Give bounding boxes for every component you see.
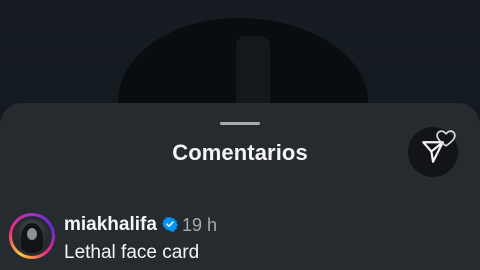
like-comment-button[interactable] — [434, 126, 458, 150]
comments-sheet: Comentarios miakhalifa 19 h Lethal face … — [0, 103, 480, 270]
comment-text: Lethal face card — [64, 242, 200, 263]
comment-timestamp: 19 h — [182, 215, 218, 235]
avatar — [15, 219, 49, 253]
verified-badge-icon — [162, 217, 178, 232]
comment-username[interactable]: miakhalifa — [64, 214, 157, 236]
comment-item: miakhalifa 19 h Lethal face card — [0, 211, 480, 270]
story-ring[interactable] — [9, 213, 55, 259]
heart-icon — [436, 130, 456, 147]
sheet-drag-handle[interactable] — [220, 122, 260, 125]
